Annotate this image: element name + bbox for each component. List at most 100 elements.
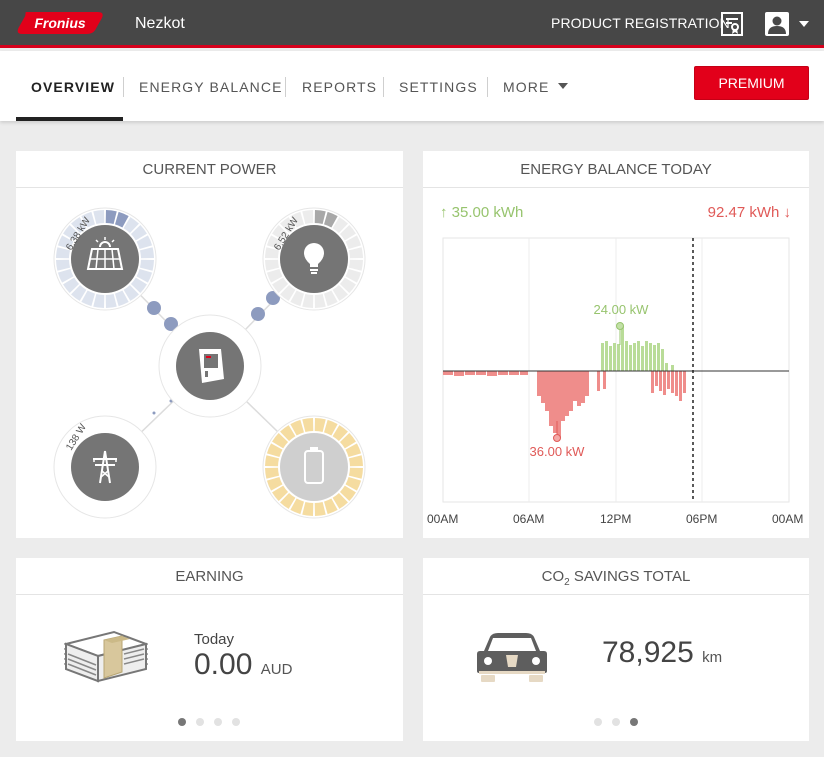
carousel-dot[interactable]: [214, 718, 222, 726]
chart-bar: [605, 341, 608, 371]
chart-bar: [645, 341, 648, 371]
carousel-dot[interactable]: [196, 718, 204, 726]
certificate-icon[interactable]: [721, 12, 743, 36]
chart-bar: [581, 371, 585, 403]
chart-bar: [498, 371, 508, 375]
co2-savings-value: 78,925 km: [602, 636, 722, 670]
chart-bar: [561, 371, 565, 421]
chart-bar: [609, 346, 612, 371]
chart-bar: [655, 371, 658, 386]
chart-bar: [665, 363, 668, 371]
carousel-dot[interactable]: [612, 718, 620, 726]
chart-bar: [683, 371, 686, 393]
chart-bar: [661, 349, 664, 371]
chart-bar: [565, 371, 569, 416]
tab-overview[interactable]: OVERVIEW: [31, 79, 115, 95]
active-tab-indicator: [16, 117, 123, 121]
chart-bar: [617, 344, 620, 371]
chart-bar: [671, 365, 674, 371]
top-bar: Fronius Nezkot PRODUCT REGISTRATION: [0, 0, 824, 48]
battery-node[interactable]: [262, 415, 366, 519]
carousel-dot[interactable]: [178, 718, 186, 726]
carousel-dot[interactable]: [630, 718, 638, 726]
co2-savings-unit: km: [702, 649, 723, 666]
earning-value: 0.00 AUD: [194, 648, 292, 682]
chart-bar: [671, 371, 674, 393]
load-node[interactable]: 6.52 kW: [262, 207, 366, 311]
peak-marker: [616, 322, 624, 330]
chevron-down-icon: [558, 83, 569, 89]
earning-amount: 0.00: [194, 648, 253, 681]
chart-bar: [443, 371, 453, 375]
chart-bar: [549, 371, 553, 426]
chart-bar: [597, 371, 600, 391]
carousel-dot[interactable]: [594, 718, 602, 726]
product-registration-link[interactable]: PRODUCT REGISTRATION: [551, 15, 730, 31]
inverter-icon: [199, 349, 224, 383]
chart-bar: [679, 371, 682, 401]
x-axis-label: 00AM: [427, 512, 459, 526]
card-title: EARNING: [16, 558, 403, 595]
grid-flow-dot: [152, 411, 156, 415]
x-axis-label: 12PM: [600, 512, 632, 526]
co2-savings-card: CO2 SAVINGS TOTAL 78,925 km: [423, 558, 809, 741]
peak-label: 24.00 kW: [594, 302, 650, 317]
tab-more-label: MORE: [503, 79, 550, 95]
chart-bar: [509, 371, 519, 375]
chart-bar: [476, 371, 486, 375]
premium-button[interactable]: PREMIUM: [694, 66, 809, 100]
chevron-down-icon[interactable]: [798, 20, 810, 28]
fronius-logo[interactable]: Fronius: [16, 10, 104, 36]
chart-bar: [629, 345, 632, 371]
chart-bar: [557, 371, 561, 438]
min-label: 36.00 kW: [530, 444, 586, 459]
chart-bar: [653, 345, 656, 371]
chart-bar: [537, 371, 541, 396]
user-icon[interactable]: [765, 12, 789, 36]
x-axis-label: 06AM: [513, 512, 545, 526]
site-name[interactable]: Nezkot: [135, 15, 185, 33]
inverter-node[interactable]: [158, 314, 262, 418]
current-power-card: CURRENT POWER 6.38 kW 6.52 kW 138 W: [16, 151, 403, 538]
carousel-dot[interactable]: [232, 718, 240, 726]
chart-bar: [633, 343, 636, 371]
chart-bar: [663, 371, 666, 395]
energy-balance-card: ENERGY BALANCE TODAY ↑ 35.00 kWh 92.47 k…: [423, 151, 809, 538]
chart-bar: [649, 343, 652, 371]
chart-bar: [585, 371, 589, 396]
brand-text: Fronius: [34, 15, 86, 31]
chart-bar: [637, 341, 640, 371]
earning-period-label: Today: [194, 631, 235, 648]
money-stack-icon: [64, 630, 148, 683]
chart-bar: [641, 346, 644, 371]
power-flow-diagram: 6.38 kW 6.52 kW 138 W: [53, 207, 366, 519]
co2-title-main: CO: [541, 568, 565, 585]
x-axis-label: 00AM: [772, 512, 804, 526]
co2-title-rest: SAVINGS TOTAL: [569, 568, 691, 585]
earning-card: EARNING Today 0.00 AUD: [16, 558, 403, 741]
x-axis-label: 06PM: [686, 512, 718, 526]
energy-balance-chart[interactable]: 24.00 kW 36.00 kW: [423, 151, 809, 538]
nav-divider: [487, 77, 488, 97]
pv-node[interactable]: 6.38 kW: [53, 207, 157, 311]
chart-bar: [601, 343, 604, 371]
tab-energy-balance[interactable]: ENERGY BALANCE: [139, 79, 283, 95]
grid-node[interactable]: 138 W: [53, 415, 157, 519]
chart-bar: [541, 371, 545, 403]
chart-bar: [651, 371, 654, 393]
co2-savings-amount: 78,925: [602, 636, 694, 669]
car-icon: [477, 633, 547, 682]
load-flow-dot: [251, 307, 265, 321]
earning-currency: AUD: [260, 661, 293, 678]
chart-bar: [657, 343, 660, 371]
main-nav: OVERVIEW ENERGY BALANCE REPORTS SETTINGS…: [0, 51, 824, 121]
chart-bar: [659, 371, 662, 391]
chart-bar: [573, 371, 577, 401]
chart-bar: [545, 371, 549, 411]
chart-bar: [454, 371, 464, 376]
tab-settings[interactable]: SETTINGS: [399, 79, 478, 95]
chart-bar: [577, 371, 581, 406]
tab-reports[interactable]: REPORTS: [302, 79, 377, 95]
chart-bar: [487, 371, 497, 376]
tab-more[interactable]: MORE: [503, 79, 569, 95]
